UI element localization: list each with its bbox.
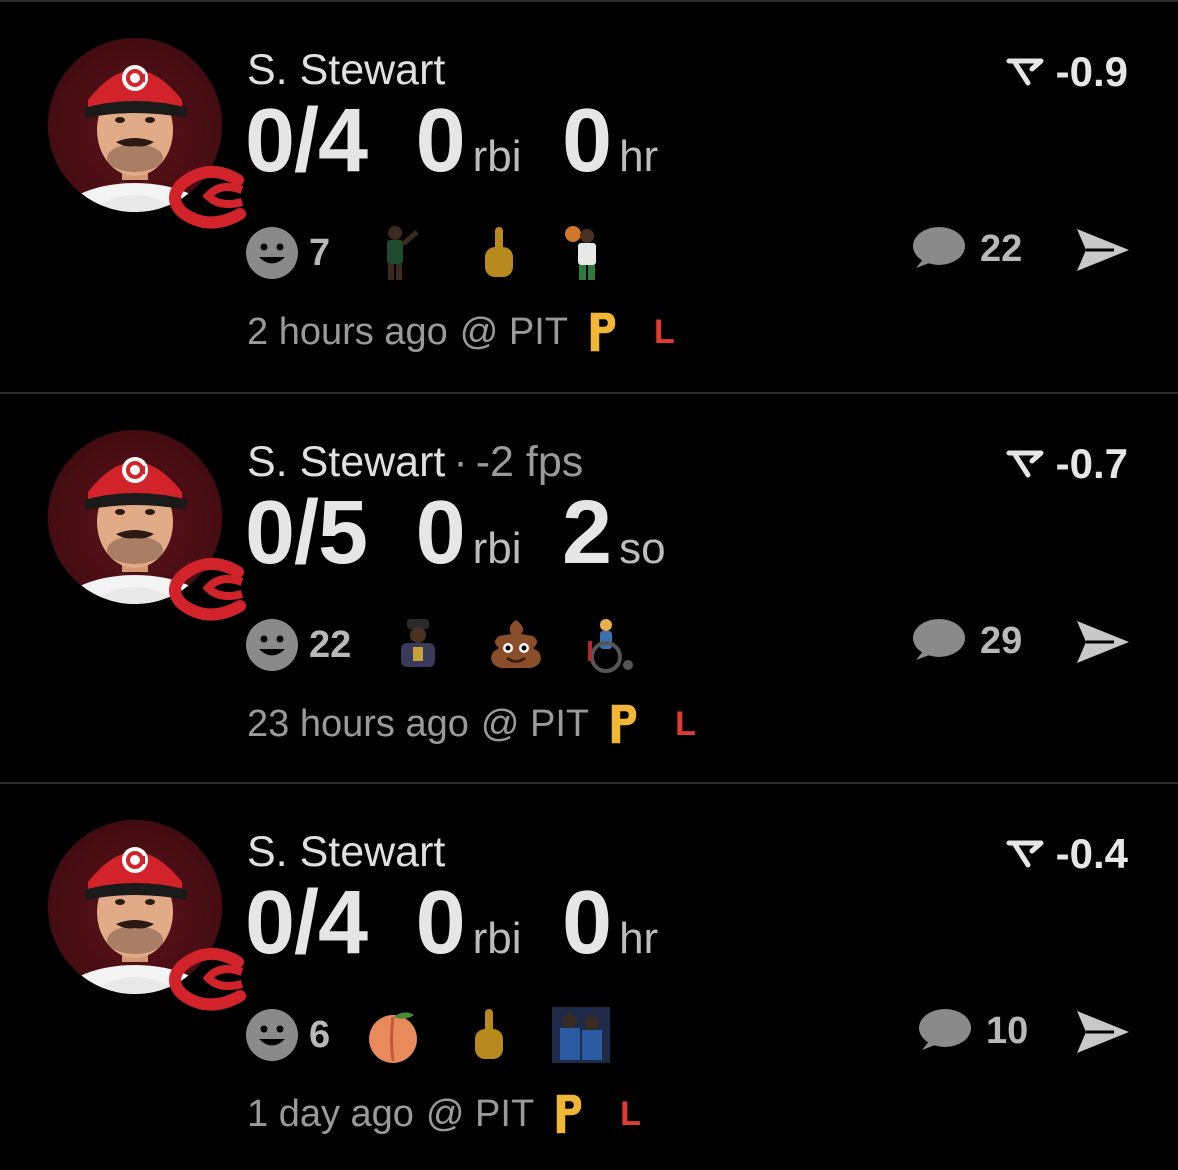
hr-label: hr [619,132,659,181]
peach-emoji[interactable] [362,1004,424,1066]
rbi-value: 0 [415,91,466,191]
time-ago: 23 hours ago [247,702,469,745]
player-name-line: S. Stewart [247,46,445,95]
post-card[interactable]: S. Stewart -0.9 0/4 0 rbi 0 hr 7 22 2 ho… [0,2,1178,390]
avatar[interactable] [48,38,246,229]
opponent[interactable]: @ PIT [426,1093,534,1136]
score-block: -0.9 [1006,48,1128,96]
player-name[interactable]: S. Stewart [247,438,445,486]
so-label: so [619,524,666,573]
comment-count: 29 [980,619,1023,662]
comment-count: 22 [980,227,1023,270]
share-arrow-icon[interactable] [1074,1008,1132,1056]
rbi-value: 0 [415,483,466,583]
score-value: -0.7 [1055,440,1128,487]
basketball-player-pointing-emoji[interactable] [368,222,430,284]
hits-at-bats: 0/4 [245,91,368,191]
comment-bubble-icon [913,227,965,268]
game-result: L [675,704,696,743]
game-info: 2 hours ago @ PIT L [247,308,675,356]
game-info: 1 day ago @ PIT L [247,1090,641,1138]
feed: S. Stewart -0.9 0/4 0 rbi 0 hr 7 22 2 ho… [0,0,1178,1163]
reaction-count: 22 [309,623,352,666]
hr-value: 0 [562,873,612,973]
smiley-reaction-icon[interactable] [245,226,299,280]
trend-arrow-icon [1006,58,1044,86]
wheelchair-emoji[interactable] [577,614,639,676]
share-arrow-icon[interactable] [1074,226,1132,274]
reaction-bar: 7 [245,222,618,284]
middle-finger-emoji[interactable] [468,222,530,284]
comments-button[interactable]: 10 [914,1006,1028,1056]
post-card[interactable]: S. Stewart · -2 fps -0.7 0/5 0 rbi 2 so 22 [0,392,1178,780]
comment-count: 10 [986,1009,1029,1052]
middle-finger-emoji[interactable] [458,1004,520,1066]
rbi-label: rbi [472,524,522,573]
opponent[interactable]: @ PIT [460,311,568,354]
hits-at-bats: 0/5 [245,483,368,583]
stat-line: 0/5 0 rbi 2 so [245,482,702,585]
singer-emoji[interactable] [387,614,449,676]
share-arrow-icon[interactable] [1074,618,1132,666]
pirates-logo-icon [610,703,638,745]
pirates-logo-icon [589,311,617,353]
reaction-bar: 6 [245,1004,612,1066]
game-result: L [620,1094,641,1133]
rbi-label: rbi [472,132,522,181]
comment-bubble-icon [919,1009,971,1050]
reaction-count: 6 [309,1013,331,1056]
time-ago: 2 hours ago [247,310,448,353]
trend-arrow-icon [1006,840,1044,868]
score-block: -0.7 [1006,440,1128,488]
hits-at-bats: 0/4 [245,873,368,973]
hr-value: 0 [562,91,612,191]
comments-button[interactable]: 22 [908,224,1022,274]
avatar[interactable] [48,430,246,621]
post-card[interactable]: S. Stewart -0.4 0/4 0 rbi 0 hr 6 10 1 da… [0,782,1178,1170]
score-value: -0.9 [1055,48,1128,95]
separator-dot: · [453,438,468,486]
game-info: 23 hours ago @ PIT L [247,700,696,748]
stat-line: 0/4 0 rbi 0 hr [245,872,694,975]
smiley-reaction-icon[interactable] [245,618,299,672]
player-name[interactable]: S. Stewart [247,46,445,94]
avatar[interactable] [48,820,246,1011]
score-block: -0.4 [1006,830,1128,878]
smiley-reaction-icon[interactable] [245,1008,299,1062]
score-value: -0.4 [1055,830,1128,877]
rbi-label: rbi [472,914,522,963]
pile-of-poo-emoji[interactable] [485,614,547,676]
hr-label: hr [619,914,659,963]
player-name-line: S. Stewart · -2 fps [247,438,583,487]
basketball-player-celtics-emoji[interactable] [556,222,618,284]
fantasy-points: -2 fps [475,438,584,486]
rbi-value: 0 [415,873,466,973]
trend-arrow-icon [1006,450,1044,478]
so-value: 2 [562,483,612,583]
pirates-logo-icon [555,1093,583,1135]
opponent[interactable]: @ PIT [481,703,589,746]
player-name-line: S. Stewart [247,828,445,877]
comments-button[interactable]: 29 [908,616,1022,666]
player-name[interactable]: S. Stewart [247,828,445,876]
time-ago: 1 day ago [247,1092,414,1135]
comment-bubble-icon [913,619,965,660]
two-men-emoji[interactable] [550,1004,612,1066]
reaction-bar: 22 [245,614,639,676]
game-result: L [653,312,675,351]
stat-line: 0/4 0 rbi 0 hr [245,90,694,193]
reaction-count: 7 [309,231,331,274]
